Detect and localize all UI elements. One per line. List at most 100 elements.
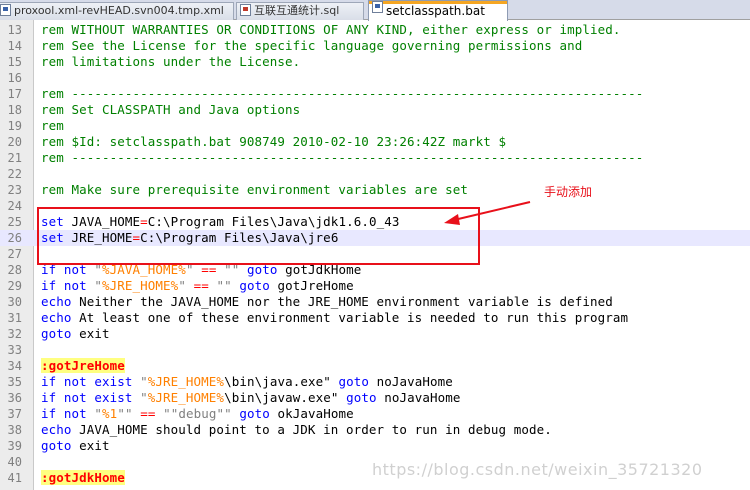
saved-file-icon (0, 4, 11, 16)
line-number: 34 (7, 359, 22, 373)
line-number: 14 (7, 39, 22, 53)
code-token: == (140, 406, 156, 421)
line-number: 26 (7, 231, 22, 245)
code-line[interactable]: 21 rem ----------------------------------… (0, 150, 750, 166)
code-token: rem ------------------------------------… (41, 86, 644, 101)
line-text: :gotJdkHome (41, 470, 125, 486)
code-token: noJavaHome (368, 374, 453, 389)
code-line[interactable]: 16 (0, 70, 750, 86)
code-line[interactable]: 36 if not exist "%JRE_HOME%\bin\javaw.exe… (0, 390, 750, 406)
code-token: rem See the License for the specific lan… (41, 38, 583, 53)
code-line[interactable]: 37 if not "%1"" == ""debug"" goto okJavaH… (0, 406, 750, 422)
code-line[interactable]: 33 (0, 342, 750, 358)
code-token: exit (71, 438, 110, 453)
line-number: 41 (7, 471, 22, 485)
code-line[interactable]: 22 (0, 166, 750, 182)
code-line[interactable]: 20 rem $Id: setclasspath.bat 908749 2010-… (0, 134, 750, 150)
code-token: == (193, 278, 209, 293)
annotation-note: 手动添加 (544, 185, 593, 199)
code-token: goto (338, 374, 369, 389)
code-line[interactable]: 38 echo JAVA_HOME should point to a JDK i… (0, 422, 750, 438)
line-number: 39 (7, 439, 22, 453)
tab-setclasspath-bat[interactable]: setclasspath.bat (368, 0, 508, 21)
code-token: goto (239, 406, 270, 421)
code-token: " (140, 374, 148, 389)
code-token: gotJreHome (269, 278, 354, 293)
code-token: okJavaHome (269, 406, 354, 421)
tab-label: setclasspath.bat (386, 4, 485, 18)
tab-sql-file[interactable]: 互联互通统计.sql (236, 2, 364, 20)
code-token: %JRE_HOME% (147, 390, 225, 405)
code-token: exit (71, 326, 110, 341)
code-token: :gotJdkHome (41, 470, 125, 485)
code-token: if not (41, 278, 87, 293)
code-token: "" (117, 406, 133, 421)
line-number: 24 (7, 199, 22, 213)
code-line[interactable]: 17 rem ----------------------------------… (0, 86, 750, 102)
tab-proxool-xml[interactable]: proxool.xml-revHEAD.svn004.tmp.xml (0, 2, 234, 20)
code-line[interactable]: 23 rem Make sure prerequisite environment… (0, 182, 750, 198)
code-token: noJavaHome (376, 390, 461, 405)
highlight-box (37, 207, 480, 265)
code-line[interactable]: 34:gotJreHome (0, 358, 750, 374)
code-token: rem Set CLASSPATH and Java options (41, 102, 301, 117)
code-line[interactable]: 30 echo Neither the JAVA_HOME nor the JRE… (0, 294, 750, 310)
tab-label: 互联互通统计.sql (254, 4, 340, 17)
line-text: rem $Id: setclasspath.bat 908749 2010-02… (41, 134, 506, 150)
line-number: 25 (7, 215, 22, 229)
code-line[interactable]: 35 if not exist "%JRE_HOME%\bin\java.exe"… (0, 374, 750, 390)
code-token: At least one of these environment variab… (71, 310, 629, 325)
line-text: rem Make sure prerequisite environment v… (41, 182, 468, 198)
code-token: if not exist (41, 374, 133, 389)
code-line[interactable]: 14 rem See the License for the specific l… (0, 38, 750, 54)
line-text: echo JAVA_HOME should point to a JDK in … (41, 422, 552, 438)
line-number: 38 (7, 423, 22, 437)
code-token: " (94, 406, 103, 421)
code-token: echo (41, 294, 72, 309)
line-number: 16 (7, 71, 22, 85)
code-line[interactable]: 31 echo At least one of these environment… (0, 310, 750, 326)
code-token: rem (41, 118, 64, 133)
line-number: 28 (7, 263, 22, 277)
line-text: if not exist "%JRE_HOME%\bin\java.exe" g… (41, 374, 453, 390)
line-number: 20 (7, 135, 22, 149)
code-token: " (178, 278, 186, 293)
code-token: %JRE_HOME% (102, 278, 179, 293)
code-token: " (94, 278, 103, 293)
watermark: https://blog.csdn.net/weixin_35721320 (372, 460, 703, 479)
line-text: echo At least one of these environment v… (41, 310, 628, 326)
code-line[interactable]: 39 goto exit (0, 438, 750, 454)
code-line[interactable]: 32 goto exit (0, 326, 750, 342)
code-token: echo (41, 422, 72, 437)
code-line[interactable]: 13 rem WITHOUT WARRANTIES OR CONDITIONS O… (0, 22, 750, 38)
code-line[interactable]: 18 rem Set CLASSPATH and Java options (0, 102, 750, 118)
code-token: \bin\java.exe" (224, 374, 331, 389)
line-text: goto exit (41, 326, 110, 342)
line-text: rem limitations under the License. (41, 54, 300, 70)
line-text: if not "%1"" == ""debug"" goto okJavaHom… (41, 406, 354, 422)
arrow-icon (444, 201, 531, 225)
line-number: 30 (7, 295, 22, 309)
code-token: echo (41, 310, 72, 325)
line-text: rem WITHOUT WARRANTIES OR CONDITIONS OF … (41, 22, 621, 38)
code-line[interactable]: 29 if not "%JRE_HOME%" == "" goto gotJreH… (0, 278, 750, 294)
code-token: JAVA_HOME should point to a JDK in order… (71, 422, 552, 437)
line-text: echo Neither the JAVA_HOME nor the JRE_H… (41, 294, 613, 310)
line-number: 19 (7, 119, 22, 133)
code-token: goto (41, 326, 72, 341)
code-line[interactable]: 15 rem limitations under the License. (0, 54, 750, 70)
unsaved-file-icon (240, 4, 251, 16)
line-number: 33 (7, 343, 22, 357)
code-token: rem WITHOUT WARRANTIES OR CONDITIONS OF … (41, 22, 621, 37)
line-number: 32 (7, 327, 22, 341)
line-text: rem Set CLASSPATH and Java options (41, 102, 300, 118)
line-number: 36 (7, 391, 22, 405)
code-token: if not (41, 406, 87, 421)
line-number: 35 (7, 375, 22, 389)
tab-label: proxool.xml-revHEAD.svn004.tmp.xml (14, 4, 224, 17)
code-token: rem $Id: setclasspath.bat 908749 2010-02… (41, 134, 507, 149)
code-line[interactable]: 19 rem (0, 118, 750, 134)
